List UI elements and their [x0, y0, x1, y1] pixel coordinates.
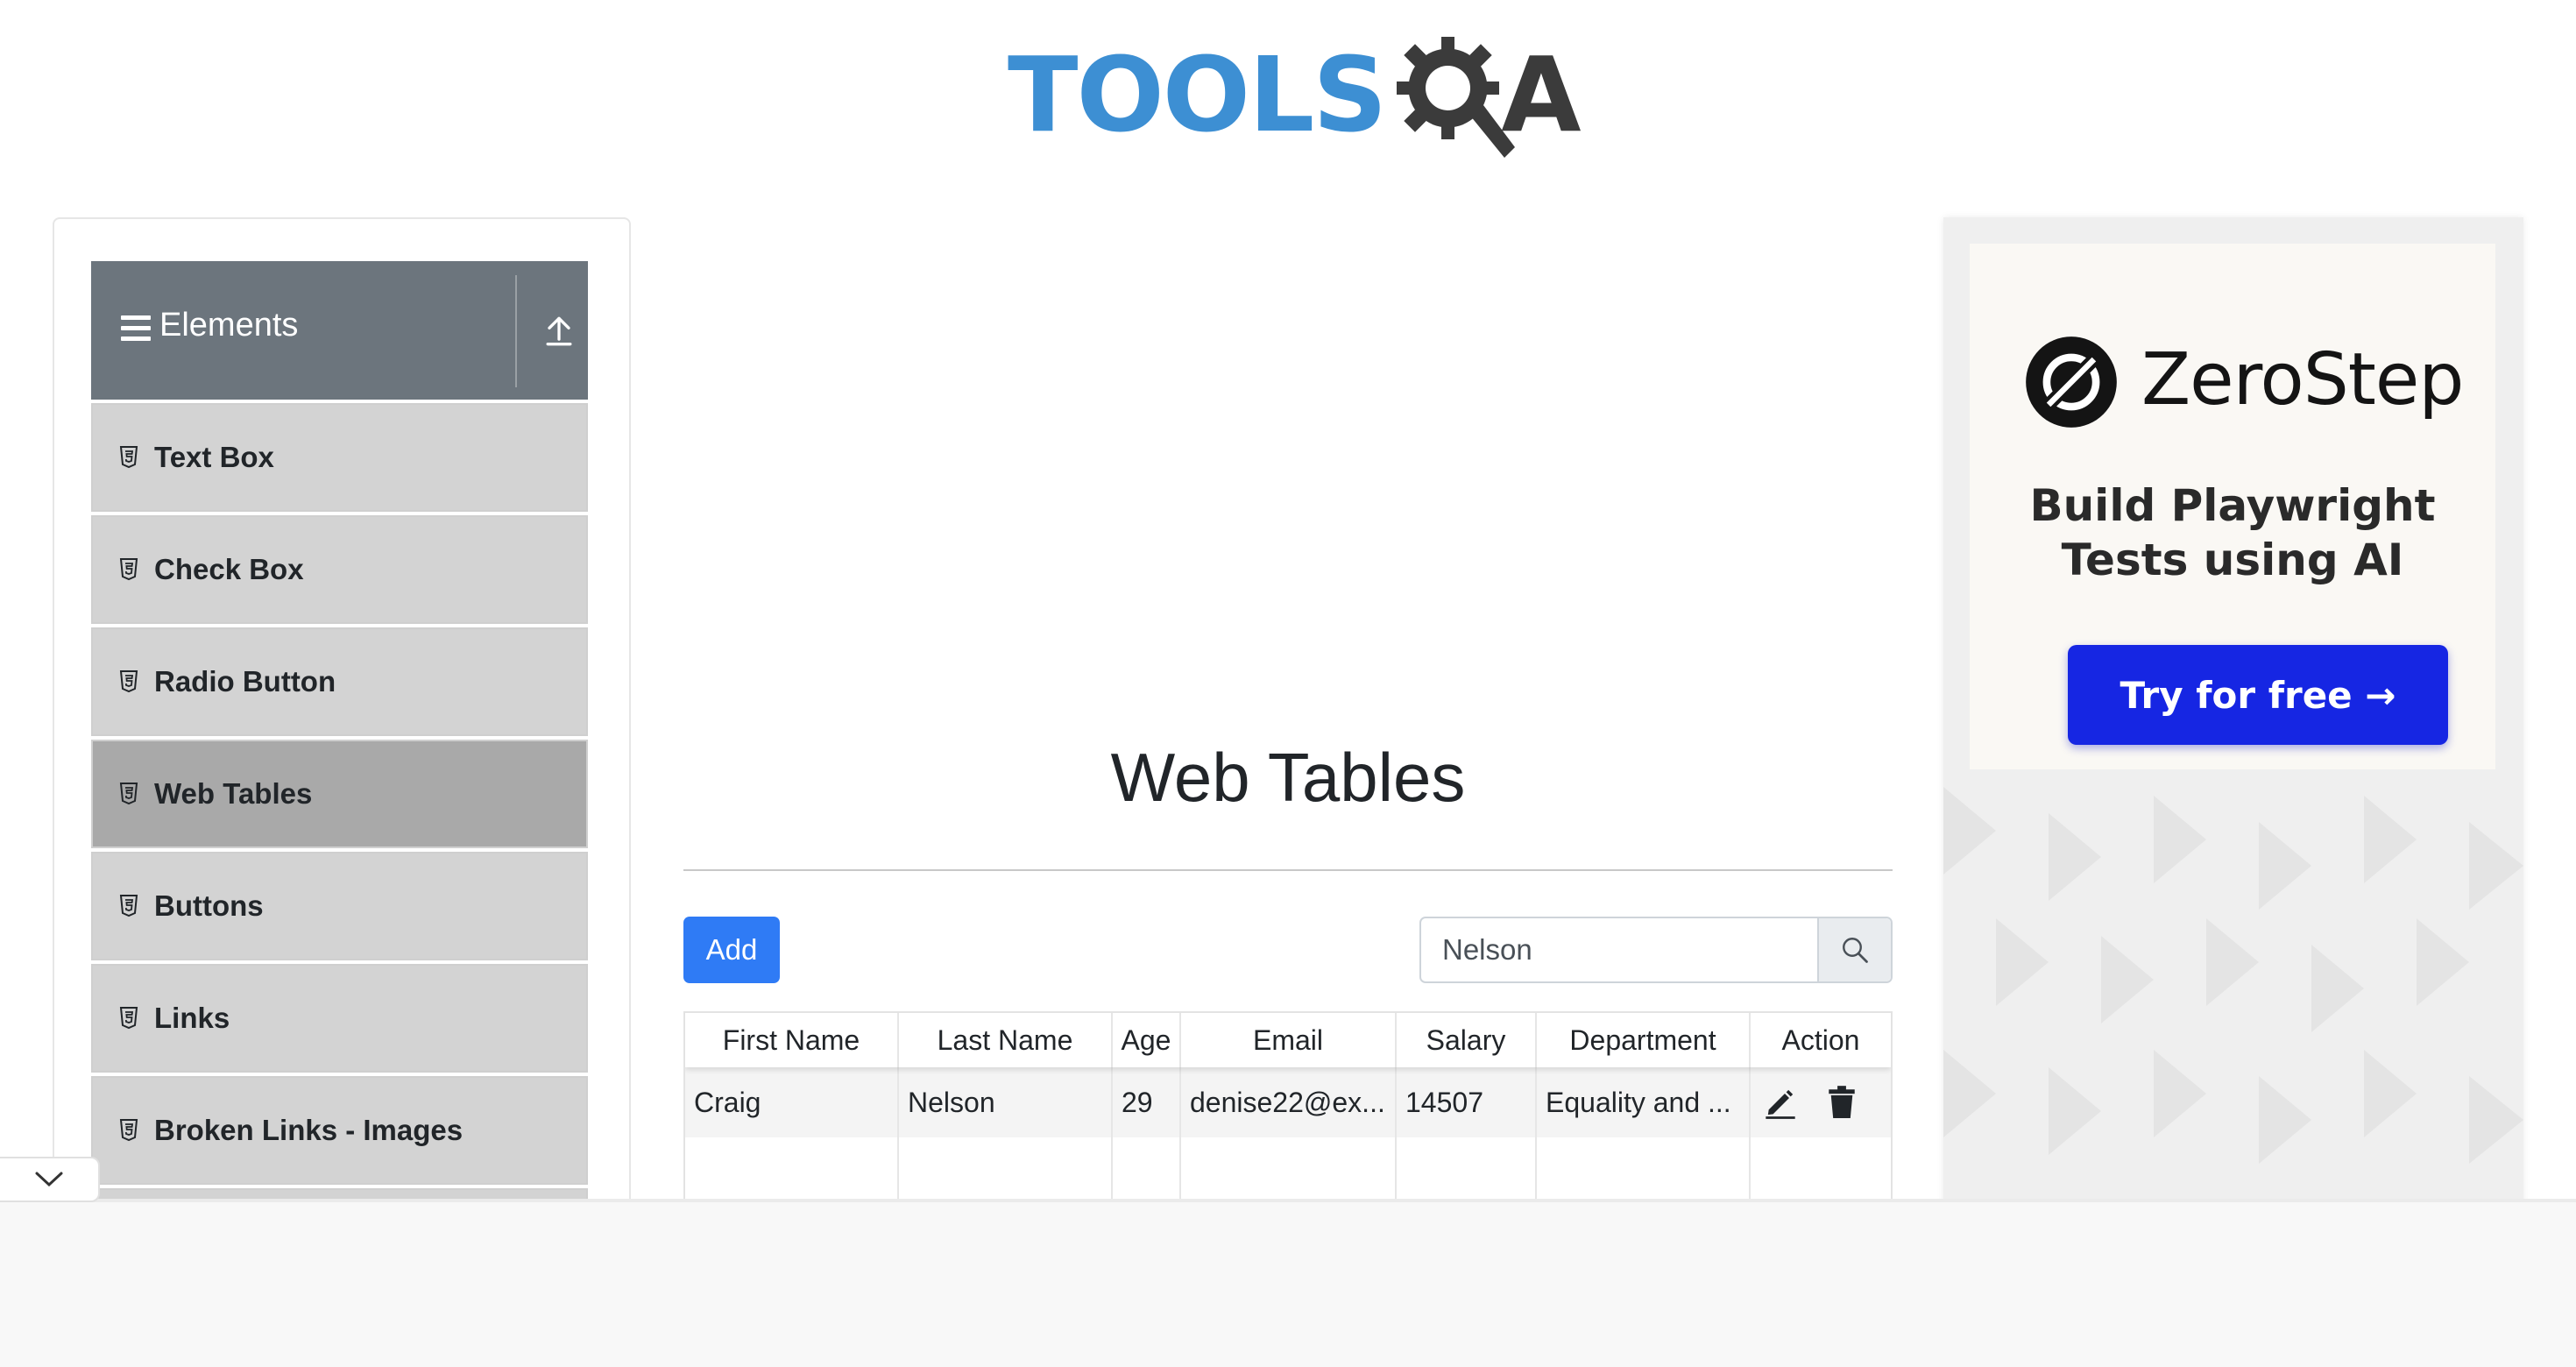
chevron-down-icon [35, 1172, 63, 1187]
cell-last-name: Nelson [899, 1067, 1113, 1137]
menu-item-check-box[interactable]: Check Box [91, 515, 588, 624]
column-header-action: Action [1781, 1024, 1860, 1056]
menu-item-web-tables[interactable]: Web Tables [91, 740, 588, 848]
html5-icon [119, 895, 138, 917]
menu-item-label: Buttons [154, 889, 264, 922]
bottom-bar [0, 1202, 2576, 1367]
toolsqa-logo[interactable]: TOOLS A [1008, 25, 1582, 165]
column-header-first-name[interactable]: First Name [685, 1013, 899, 1067]
trash-icon[interactable] [1826, 1085, 1858, 1120]
web-table: First Name Last Name Age Email Salary De… [683, 1011, 1893, 1204]
menu-item-broken-links-images[interactable]: Broken Links - Images [91, 1076, 588, 1185]
column-header-salary[interactable]: Salary [1397, 1013, 1537, 1067]
menu-item-links[interactable]: Links [91, 964, 588, 1073]
menu-item-radio-button[interactable]: Radio Button [91, 627, 588, 736]
site-header: TOOLS A [0, 0, 2576, 202]
upload-arrow-icon[interactable] [540, 312, 578, 351]
menu-item-buttons[interactable]: Buttons [91, 852, 588, 960]
left-panel: Elements Text Box Check Box Radio Button… [53, 217, 631, 1216]
menu-item-label: Links [154, 1002, 230, 1034]
ad-tagline: Build Playwright Tests using AI [1970, 478, 2495, 587]
logo-text-tools: TOOLS [1008, 34, 1387, 155]
empty-cell [685, 1137, 899, 1202]
ad-card: ZeroStep Build Playwright Tests using AI… [1970, 244, 2495, 769]
menu-item-label: Radio Button [154, 665, 336, 698]
elements-group-header[interactable]: Elements [91, 261, 588, 400]
cell-department: Equality and ... [1537, 1067, 1751, 1137]
logo-text-a: A [1501, 34, 1582, 155]
cell-email: denise22@ex... [1181, 1067, 1397, 1137]
try-for-free-button[interactable]: Try for free → [2068, 645, 2448, 745]
ad-tagline-line-1: Build Playwright [2029, 480, 2436, 531]
menu-item-text-box[interactable]: Text Box [91, 403, 588, 512]
elements-menu-list: Text Box Check Box Radio Button Web Tabl… [91, 403, 588, 1215]
column-header-email[interactable]: Email [1181, 1013, 1397, 1067]
menu-item-label: Text Box [154, 441, 274, 473]
html5-icon [119, 1119, 138, 1142]
html5-icon [119, 670, 138, 693]
html5-icon [119, 783, 138, 805]
search-button[interactable] [1817, 918, 1891, 981]
table-row-empty [685, 1137, 1891, 1202]
edit-pencil-icon[interactable] [1763, 1085, 1798, 1120]
zerostep-logo-icon [2026, 336, 2117, 428]
column-header-department[interactable]: Department [1537, 1013, 1751, 1067]
hamburger-icon [121, 315, 151, 342]
cell-action [1751, 1067, 1891, 1137]
page-title: Web Tables [1110, 739, 1466, 816]
html5-icon [119, 446, 138, 469]
empty-cell [899, 1137, 1113, 1202]
html5-icon [119, 558, 138, 581]
empty-cell [1181, 1137, 1397, 1202]
title-divider [683, 869, 1893, 871]
header-divider [515, 275, 517, 387]
menu-item-label: Check Box [154, 553, 304, 585]
search-input[interactable] [1421, 918, 1817, 981]
add-record-button[interactable]: Add [683, 917, 780, 983]
empty-cell [1397, 1137, 1537, 1202]
menu-item-label: Web Tables [154, 777, 313, 810]
empty-cell [1751, 1137, 1891, 1202]
column-header-age[interactable]: Age [1113, 1013, 1181, 1067]
search-box [1419, 917, 1893, 983]
expand-toggle-button[interactable] [0, 1157, 100, 1202]
cell-first-name: Craig [685, 1067, 899, 1137]
column-header-last-name[interactable]: Last Name [899, 1013, 1113, 1067]
table-row: Craig Nelson 29 denise22@ex... 14507 Equ… [685, 1067, 1891, 1137]
search-icon [1843, 938, 1868, 963]
cell-age: 29 [1113, 1067, 1181, 1137]
advertisement-panel[interactable]: ZeroStep Build Playwright Tests using AI… [1943, 217, 2523, 1216]
group-title: Elements [159, 307, 299, 344]
empty-cell [1113, 1137, 1181, 1202]
table-header: First Name Last Name Age Email Salary De… [685, 1013, 1891, 1067]
ad-tagline-line-2: Tests using AI [2061, 535, 2404, 585]
menu-item-label: Broken Links - Images [154, 1114, 464, 1146]
ad-brand-name: ZeroStep [2141, 338, 2464, 421]
empty-cell [1537, 1137, 1751, 1202]
html5-icon [119, 1007, 138, 1030]
cell-salary: 14507 [1397, 1067, 1537, 1137]
